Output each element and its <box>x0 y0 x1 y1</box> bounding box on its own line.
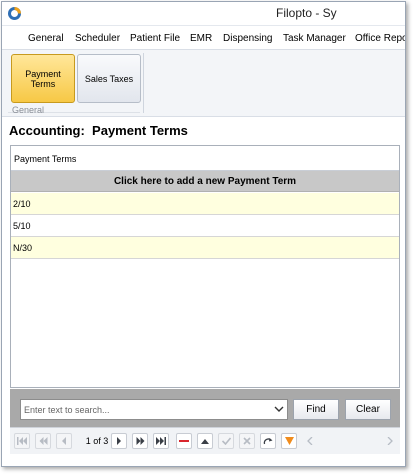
table-row[interactable]: 2/10 <box>11 193 399 215</box>
previous-page-icon[interactable] <box>35 433 51 449</box>
scroll-right-icon[interactable] <box>382 433 398 449</box>
last-page-icon[interactable] <box>153 433 169 449</box>
page-title: Accounting: Payment Terms <box>9 123 188 138</box>
ribbon-group-label: General <box>12 105 45 115</box>
search-panel: Enter text to search... Find Clear <box>10 389 400 427</box>
app-window: Filopto - Sy General Scheduler Patient F… <box>1 1 406 467</box>
menu-patient-file[interactable]: Patient File <box>130 33 180 44</box>
table-row[interactable]: 5/10 <box>11 215 399 237</box>
delete-icon[interactable] <box>176 433 192 449</box>
record-navigator: 1 of 3 <box>10 427 400 454</box>
chevron-down-icon[interactable] <box>274 404 284 414</box>
page-indicator[interactable]: 1 of 3 <box>82 433 112 449</box>
menu-task-manager[interactable]: Task Manager <box>283 33 346 44</box>
search-placeholder: Enter text to search... <box>24 405 110 415</box>
filter-icon[interactable] <box>281 433 297 449</box>
move-up-icon[interactable] <box>197 433 213 449</box>
payment-terms-button[interactable]: Payment Terms <box>11 54 75 103</box>
ribbon-separator <box>143 53 144 113</box>
menu-scheduler[interactable]: Scheduler <box>75 33 120 44</box>
menu-office-reports[interactable]: Office Repor <box>355 33 405 44</box>
menu-emr[interactable]: EMR <box>190 33 212 44</box>
first-page-icon[interactable] <box>14 433 30 449</box>
payment-terms-grid: Payment Terms Click here to add a new Pa… <box>10 145 400 388</box>
table-row[interactable]: N/30 <box>11 237 399 259</box>
app-logo-icon <box>8 7 21 20</box>
find-button[interactable]: Find <box>293 399 339 420</box>
clear-button[interactable]: Clear <box>345 399 391 420</box>
grid-column-header[interactable]: Payment Terms <box>11 146 399 171</box>
menu-dispensing[interactable]: Dispensing <box>223 33 272 44</box>
next-icon[interactable] <box>111 433 127 449</box>
ribbon: Payment Terms Sales Taxes General <box>2 49 405 117</box>
search-input[interactable]: Enter text to search... <box>20 399 288 420</box>
previous-icon[interactable] <box>56 433 72 449</box>
menu-general[interactable]: General <box>28 33 64 44</box>
sales-taxes-button[interactable]: Sales Taxes <box>77 54 141 103</box>
next-page-icon[interactable] <box>132 433 148 449</box>
add-new-row[interactable]: Click here to add a new Payment Term <box>11 171 399 192</box>
window-title: Filopto - Sy <box>276 6 337 20</box>
cancel-icon[interactable] <box>239 433 255 449</box>
refresh-icon[interactable] <box>260 433 276 449</box>
scroll-left-icon[interactable] <box>302 433 318 449</box>
menu-bar: General Scheduler Patient File EMR Dispe… <box>2 30 405 48</box>
accept-icon[interactable] <box>218 433 234 449</box>
title-bar: Filopto - Sy <box>2 2 405 26</box>
